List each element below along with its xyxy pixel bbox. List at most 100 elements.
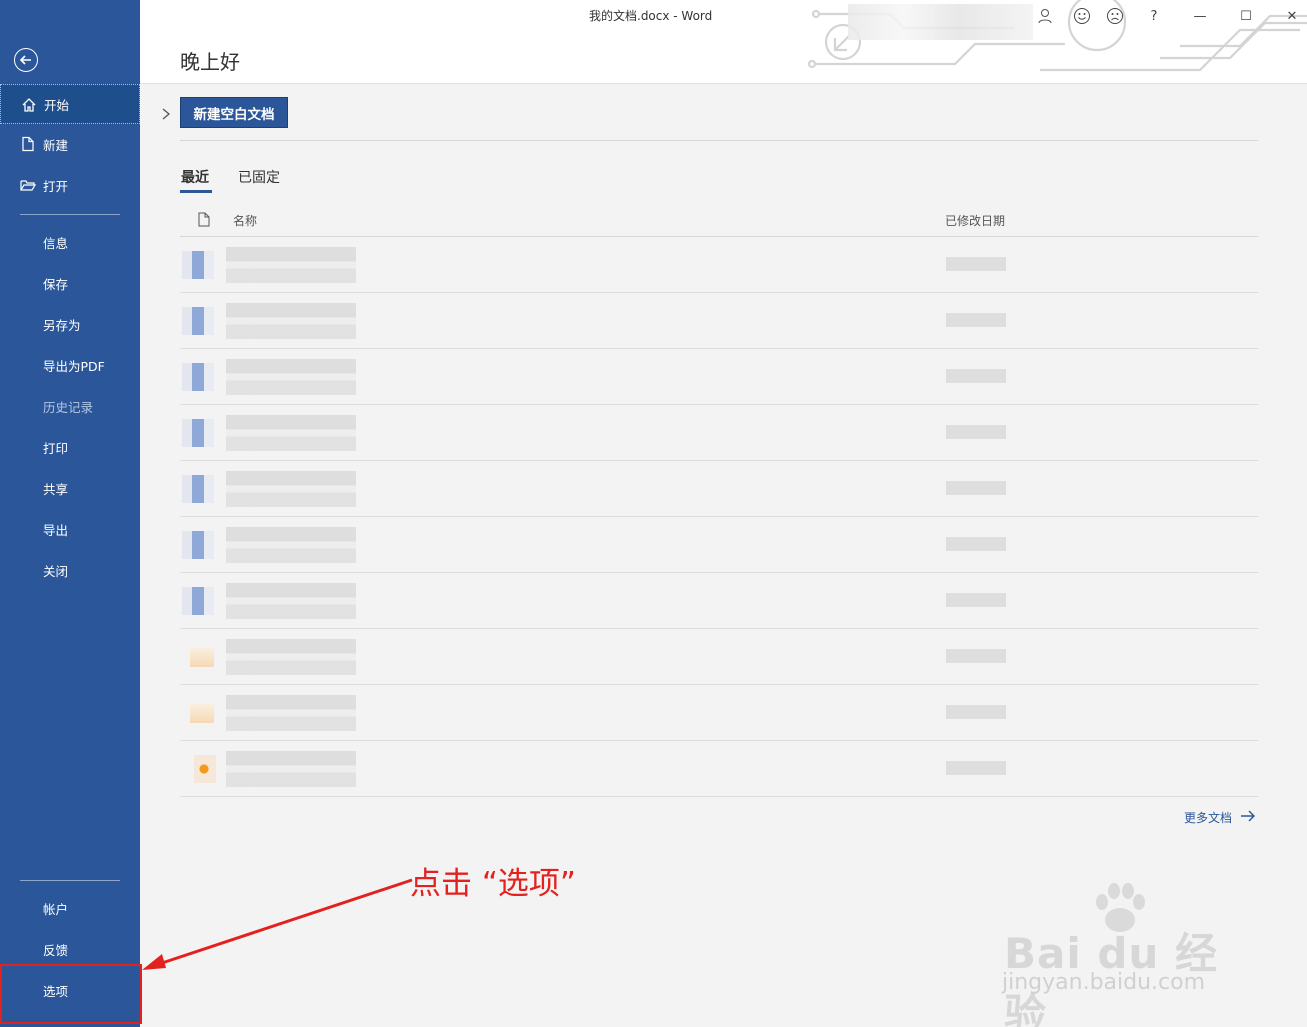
watermark-url: jingyan.baidu.com: [1002, 970, 1206, 995]
file-name-blurred: [226, 751, 356, 787]
window-title: 我的文档.docx - Word: [589, 9, 713, 23]
file-name-blurred: [226, 247, 356, 283]
sidebar-item-export[interactable]: 导出: [0, 509, 140, 549]
sidebar-item-account[interactable]: 帐户: [0, 888, 140, 928]
arrow-right-icon: [1240, 810, 1256, 825]
account-icon[interactable]: [1033, 4, 1057, 28]
tab-pinned[interactable]: 已固定: [238, 167, 280, 187]
file-name-blurred: [226, 639, 356, 675]
file-date-blurred: [946, 425, 1006, 439]
chevron-right-icon[interactable]: [160, 106, 172, 120]
sidebar-item-open[interactable]: 打开: [0, 165, 140, 205]
new-document-icon: [20, 136, 36, 152]
sidebar-item-label: 反馈: [43, 942, 69, 958]
table-row[interactable]: [180, 741, 1258, 797]
maximize-button[interactable]: ☐: [1234, 4, 1258, 28]
minimize-button[interactable]: —: [1188, 4, 1212, 28]
section-divider: [180, 140, 1258, 141]
tab-active-indicator: [180, 190, 212, 193]
file-type-icon: [194, 755, 216, 783]
word-file-icon: [182, 475, 214, 503]
file-name-blurred: [226, 527, 356, 563]
sidebar-item-label: 开始: [44, 97, 70, 113]
greeting-heading: 晚上好: [180, 50, 240, 74]
file-date-blurred: [946, 705, 1006, 719]
sidebar-item-close[interactable]: 关闭: [0, 550, 140, 590]
table-row[interactable]: [180, 405, 1258, 461]
frown-feedback-icon[interactable]: [1103, 4, 1127, 28]
account-info-blurred: [848, 4, 1033, 40]
column-header-modified[interactable]: 已修改日期: [945, 212, 1005, 229]
baidu-watermark: Bai du 经验 jingyan.baidu.com: [1000, 880, 1240, 1027]
sidebar-item-label: 另存为: [43, 317, 81, 333]
more-documents-link[interactable]: 更多文档: [1184, 809, 1256, 826]
table-row[interactable]: [180, 293, 1258, 349]
table-row[interactable]: [180, 573, 1258, 629]
help-button[interactable]: ?: [1142, 4, 1166, 28]
sidebar-item-home[interactable]: 开始: [0, 84, 140, 124]
sidebar-item-label: 导出: [43, 522, 69, 538]
word-file-icon: [182, 251, 214, 279]
table-row[interactable]: [180, 237, 1258, 293]
sidebar-item-share[interactable]: 共享: [0, 468, 140, 508]
sidebar-item-print[interactable]: 打印: [0, 427, 140, 467]
word-file-icon: [182, 307, 214, 335]
home-icon: [21, 97, 37, 113]
sidebar-item-label: 打开: [43, 178, 69, 194]
sidebar-item-label: 保存: [43, 276, 69, 292]
table-row[interactable]: [180, 349, 1258, 405]
annotation-label: 点击 “选项”: [410, 866, 576, 902]
table-row[interactable]: [180, 629, 1258, 685]
sidebar-divider: [20, 214, 120, 215]
column-header-name[interactable]: 名称: [233, 212, 257, 229]
word-file-icon: [182, 419, 214, 447]
sidebar-item-label: 新建: [43, 137, 69, 153]
back-arrow-icon[interactable]: [14, 48, 38, 72]
file-name-blurred: [226, 583, 356, 619]
sidebar-item-history[interactable]: 历史记录: [0, 386, 140, 426]
sidebar-item-label: 信息: [43, 235, 69, 251]
file-date-blurred: [946, 761, 1006, 775]
file-date-blurred: [946, 537, 1006, 551]
sidebar-item-label: 关闭: [43, 563, 69, 579]
file-name-blurred: [226, 471, 356, 507]
sidebar-item-label: 帐户: [43, 901, 69, 917]
sidebar-item-label: 共享: [43, 481, 69, 497]
file-date-blurred: [946, 593, 1006, 607]
sidebar-item-label: 导出为PDF: [43, 358, 105, 374]
tab-recent[interactable]: 最近: [181, 167, 209, 187]
sidebar-item-save-as[interactable]: 另存为: [0, 304, 140, 344]
smile-feedback-icon[interactable]: [1070, 4, 1094, 28]
file-date-blurred: [946, 649, 1006, 663]
file-date-blurred: [946, 369, 1006, 383]
file-name-blurred: [226, 415, 356, 451]
file-name-blurred: [226, 695, 356, 731]
sidebar-item-export-pdf[interactable]: 导出为PDF: [0, 345, 140, 385]
folder-icon: [190, 703, 214, 723]
close-button[interactable]: ✕: [1280, 4, 1304, 28]
open-folder-icon: [20, 177, 37, 193]
annotation-highlight-box: [0, 964, 142, 1024]
more-documents-label: 更多文档: [1184, 811, 1233, 825]
sidebar-item-info[interactable]: 信息: [0, 222, 140, 262]
word-file-icon: [182, 531, 214, 559]
word-file-icon: [182, 363, 214, 391]
new-blank-document-button[interactable]: 新建空白文档: [180, 97, 288, 128]
folder-icon: [190, 647, 214, 667]
sidebar-item-feedback[interactable]: 反馈: [0, 929, 140, 969]
sidebar-item-save[interactable]: 保存: [0, 263, 140, 303]
table-row[interactable]: [180, 685, 1258, 741]
sidebar-item-label: 打印: [43, 440, 69, 456]
sidebar-item-label: 历史记录: [43, 399, 94, 415]
sidebar-item-new[interactable]: 新建: [0, 124, 140, 164]
file-date-blurred: [946, 313, 1006, 327]
sidebar-divider: [20, 880, 120, 881]
backstage-sidebar: 开始 新建 打开 信息 保存 另存为 导出为PDF 历史记录 打印 共享 导出 …: [0, 0, 140, 1027]
file-name-blurred: [226, 303, 356, 339]
file-date-blurred: [946, 481, 1006, 495]
table-row[interactable]: [180, 517, 1258, 573]
title-bar: 我的文档.docx - Word 晚上好 ? — ☐ ✕: [140, 0, 1307, 84]
document-column-icon: [198, 212, 210, 230]
file-date-blurred: [946, 257, 1006, 271]
table-row[interactable]: [180, 461, 1258, 517]
